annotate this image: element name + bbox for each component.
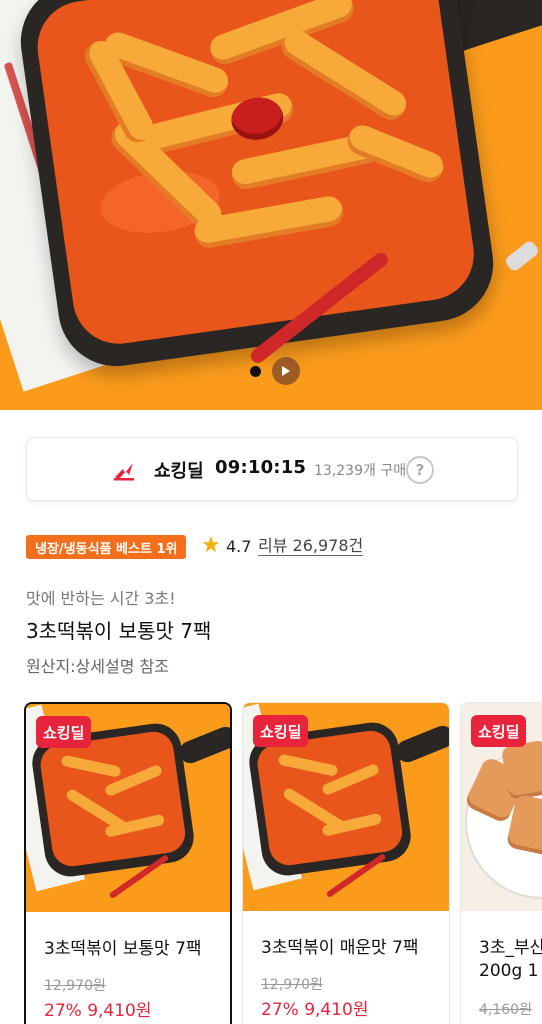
option-carousel[interactable]: 쇼킹딜 3초떡볶이 보통맛 7팩 12,970원 27% 9,410원 쇼킹딜 …	[24, 702, 542, 1024]
pan-handle	[176, 723, 230, 767]
tteokbokki-sauce	[38, 729, 188, 869]
option-card[interactable]: 쇼킹딜 3초_부산 200g 1 4,160원	[460, 702, 542, 1024]
option-card-image: 쇼킹딜	[26, 704, 230, 912]
play-icon[interactable]	[272, 357, 300, 385]
play-triangle	[282, 366, 290, 376]
option-card-image: 쇼킹딜	[461, 703, 542, 911]
rice-cake	[277, 753, 339, 777]
deal-label: 쇼킹딜	[154, 461, 204, 482]
original-price: 4,160원	[479, 1002, 532, 1018]
discount-rate: 27%	[44, 1001, 82, 1021]
option-name: 3초_부산	[479, 938, 542, 958]
star-icon: ★	[201, 533, 221, 558]
rice-cake	[276, 25, 412, 125]
option-name-line2: 200g 1	[479, 961, 539, 981]
deal-badge: 쇼킹딜	[471, 715, 527, 747]
rice-cake	[60, 754, 122, 778]
discount-rate: 27%	[261, 1000, 299, 1020]
option-name: 3초떡볶이 보통맛 7팩	[44, 939, 202, 959]
review-count-link[interactable]: 리뷰 26,978건	[258, 537, 364, 556]
origin-info: 원산지:상세설명 참조	[26, 657, 169, 676]
question-icon[interactable]: ?	[406, 456, 434, 484]
deal-badge: 쇼킹딜	[36, 716, 92, 748]
rating-score: 4.7	[226, 537, 252, 556]
product-hero-image[interactable]	[0, 0, 542, 410]
deal-countdown-timer: 09:10:15	[215, 457, 307, 478]
frying-pan	[13, 0, 501, 374]
rice-cake	[343, 121, 448, 187]
lightning-deal-icon	[114, 463, 134, 481]
price-value: 9,410원	[87, 1001, 152, 1021]
sale-price: 27% 9,410원	[44, 996, 152, 1021]
tteokbokki-sauce	[31, 0, 480, 350]
deal-badge: 쇼킹딜	[253, 715, 309, 747]
carousel-dot-active[interactable]	[250, 366, 261, 377]
product-title: 3초떡볶이 보통맛 7팩	[26, 619, 212, 643]
bestseller-badge[interactable]: 냉장/냉동식품 베스트 1위	[26, 535, 187, 559]
product-subtitle: 맛에 반하는 시간 3초!	[26, 589, 176, 608]
option-name: 3초떡볶이 매운맛 7팩	[261, 938, 419, 958]
option-card-image: 쇼킹딜	[243, 703, 449, 911]
option-card[interactable]: 쇼킹딜 3초떡볶이 매운맛 7팩 12,970원 27% 9,410원	[242, 702, 450, 1024]
price-value: 9,410원	[304, 1000, 369, 1020]
pan-handle	[393, 722, 449, 766]
purchase-count: 13,239개 구매	[314, 463, 407, 479]
tteokbokki-sauce	[255, 728, 405, 868]
sale-price: 27% 9,410원	[261, 995, 369, 1020]
original-price: 12,970원	[44, 978, 106, 994]
original-price: 12,970원	[261, 977, 323, 993]
option-card[interactable]: 쇼킹딜 3초떡볶이 보통맛 7팩 12,970원 27% 9,410원	[24, 702, 232, 1024]
shocking-deal-bar[interactable]: 쇼킹딜 09:10:15 13,239개 구매 ?	[26, 437, 518, 501]
fork-tines	[503, 239, 541, 273]
